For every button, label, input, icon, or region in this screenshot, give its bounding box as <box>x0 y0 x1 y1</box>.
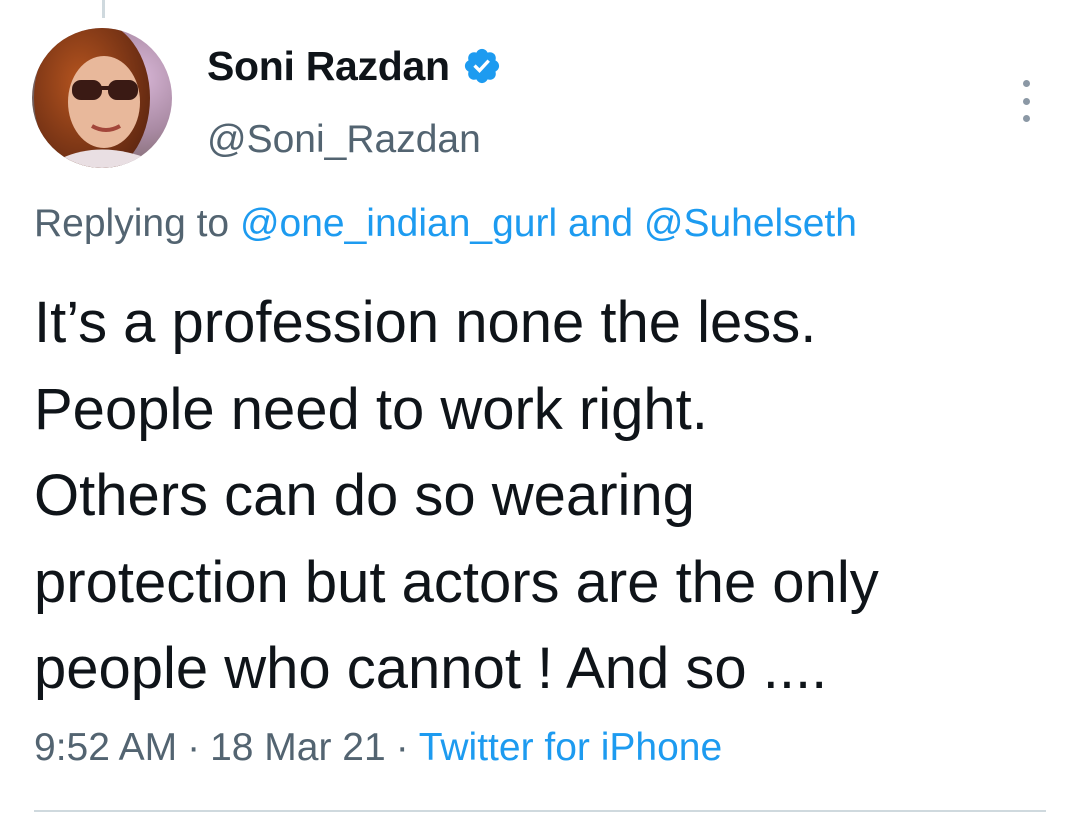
replying-to-line: Replying to @one_indian_gurl and @Suhels… <box>34 202 857 246</box>
thread-connector-line <box>102 0 105 18</box>
tweet-text: It’s a profession none the less. People … <box>34 280 1064 713</box>
divider <box>34 810 1046 812</box>
tweet-text-line: protection but actors are the only <box>34 549 879 615</box>
replying-to-label: Replying to <box>34 202 240 245</box>
more-dot <box>1022 80 1030 87</box>
separator-dot: · <box>187 726 201 769</box>
more-dot <box>1022 115 1030 122</box>
author-display-name[interactable]: Soni Razdan <box>207 43 450 90</box>
author-handle[interactable]: @Soni_Razdan <box>207 118 481 162</box>
tweet-text-line: People need to work right. <box>34 376 708 442</box>
verified-badge-icon <box>462 46 502 86</box>
more-dot <box>1022 97 1030 105</box>
author-name-row: Soni Razdan <box>207 40 502 92</box>
avatar[interactable] <box>32 28 172 168</box>
tweet-date[interactable]: 18 Mar 21 <box>210 726 386 769</box>
tweet-time[interactable]: 9:52 AM <box>34 726 177 769</box>
reply-mention-one-indian-gurl[interactable]: @one_indian_gurl <box>240 202 557 245</box>
more-options-icon[interactable] <box>1008 80 1044 122</box>
tweet-metadata: 9:52 AM · 18 Mar 21 · Twitter for iPhone <box>34 726 722 770</box>
separator-dot: · <box>395 726 409 769</box>
reply-mention-suhelseth[interactable]: @Suhelseth <box>644 202 857 245</box>
tweet-text-line: people who cannot ! And so .... <box>34 636 828 701</box>
tweet-text-line: Others can do so wearing <box>34 463 695 528</box>
avatar-image <box>32 28 172 168</box>
tweet-text-line: It’s a profession none the less. <box>34 290 817 355</box>
reply-conjunction: and <box>557 202 644 245</box>
tweet-source[interactable]: Twitter for iPhone <box>419 726 722 769</box>
